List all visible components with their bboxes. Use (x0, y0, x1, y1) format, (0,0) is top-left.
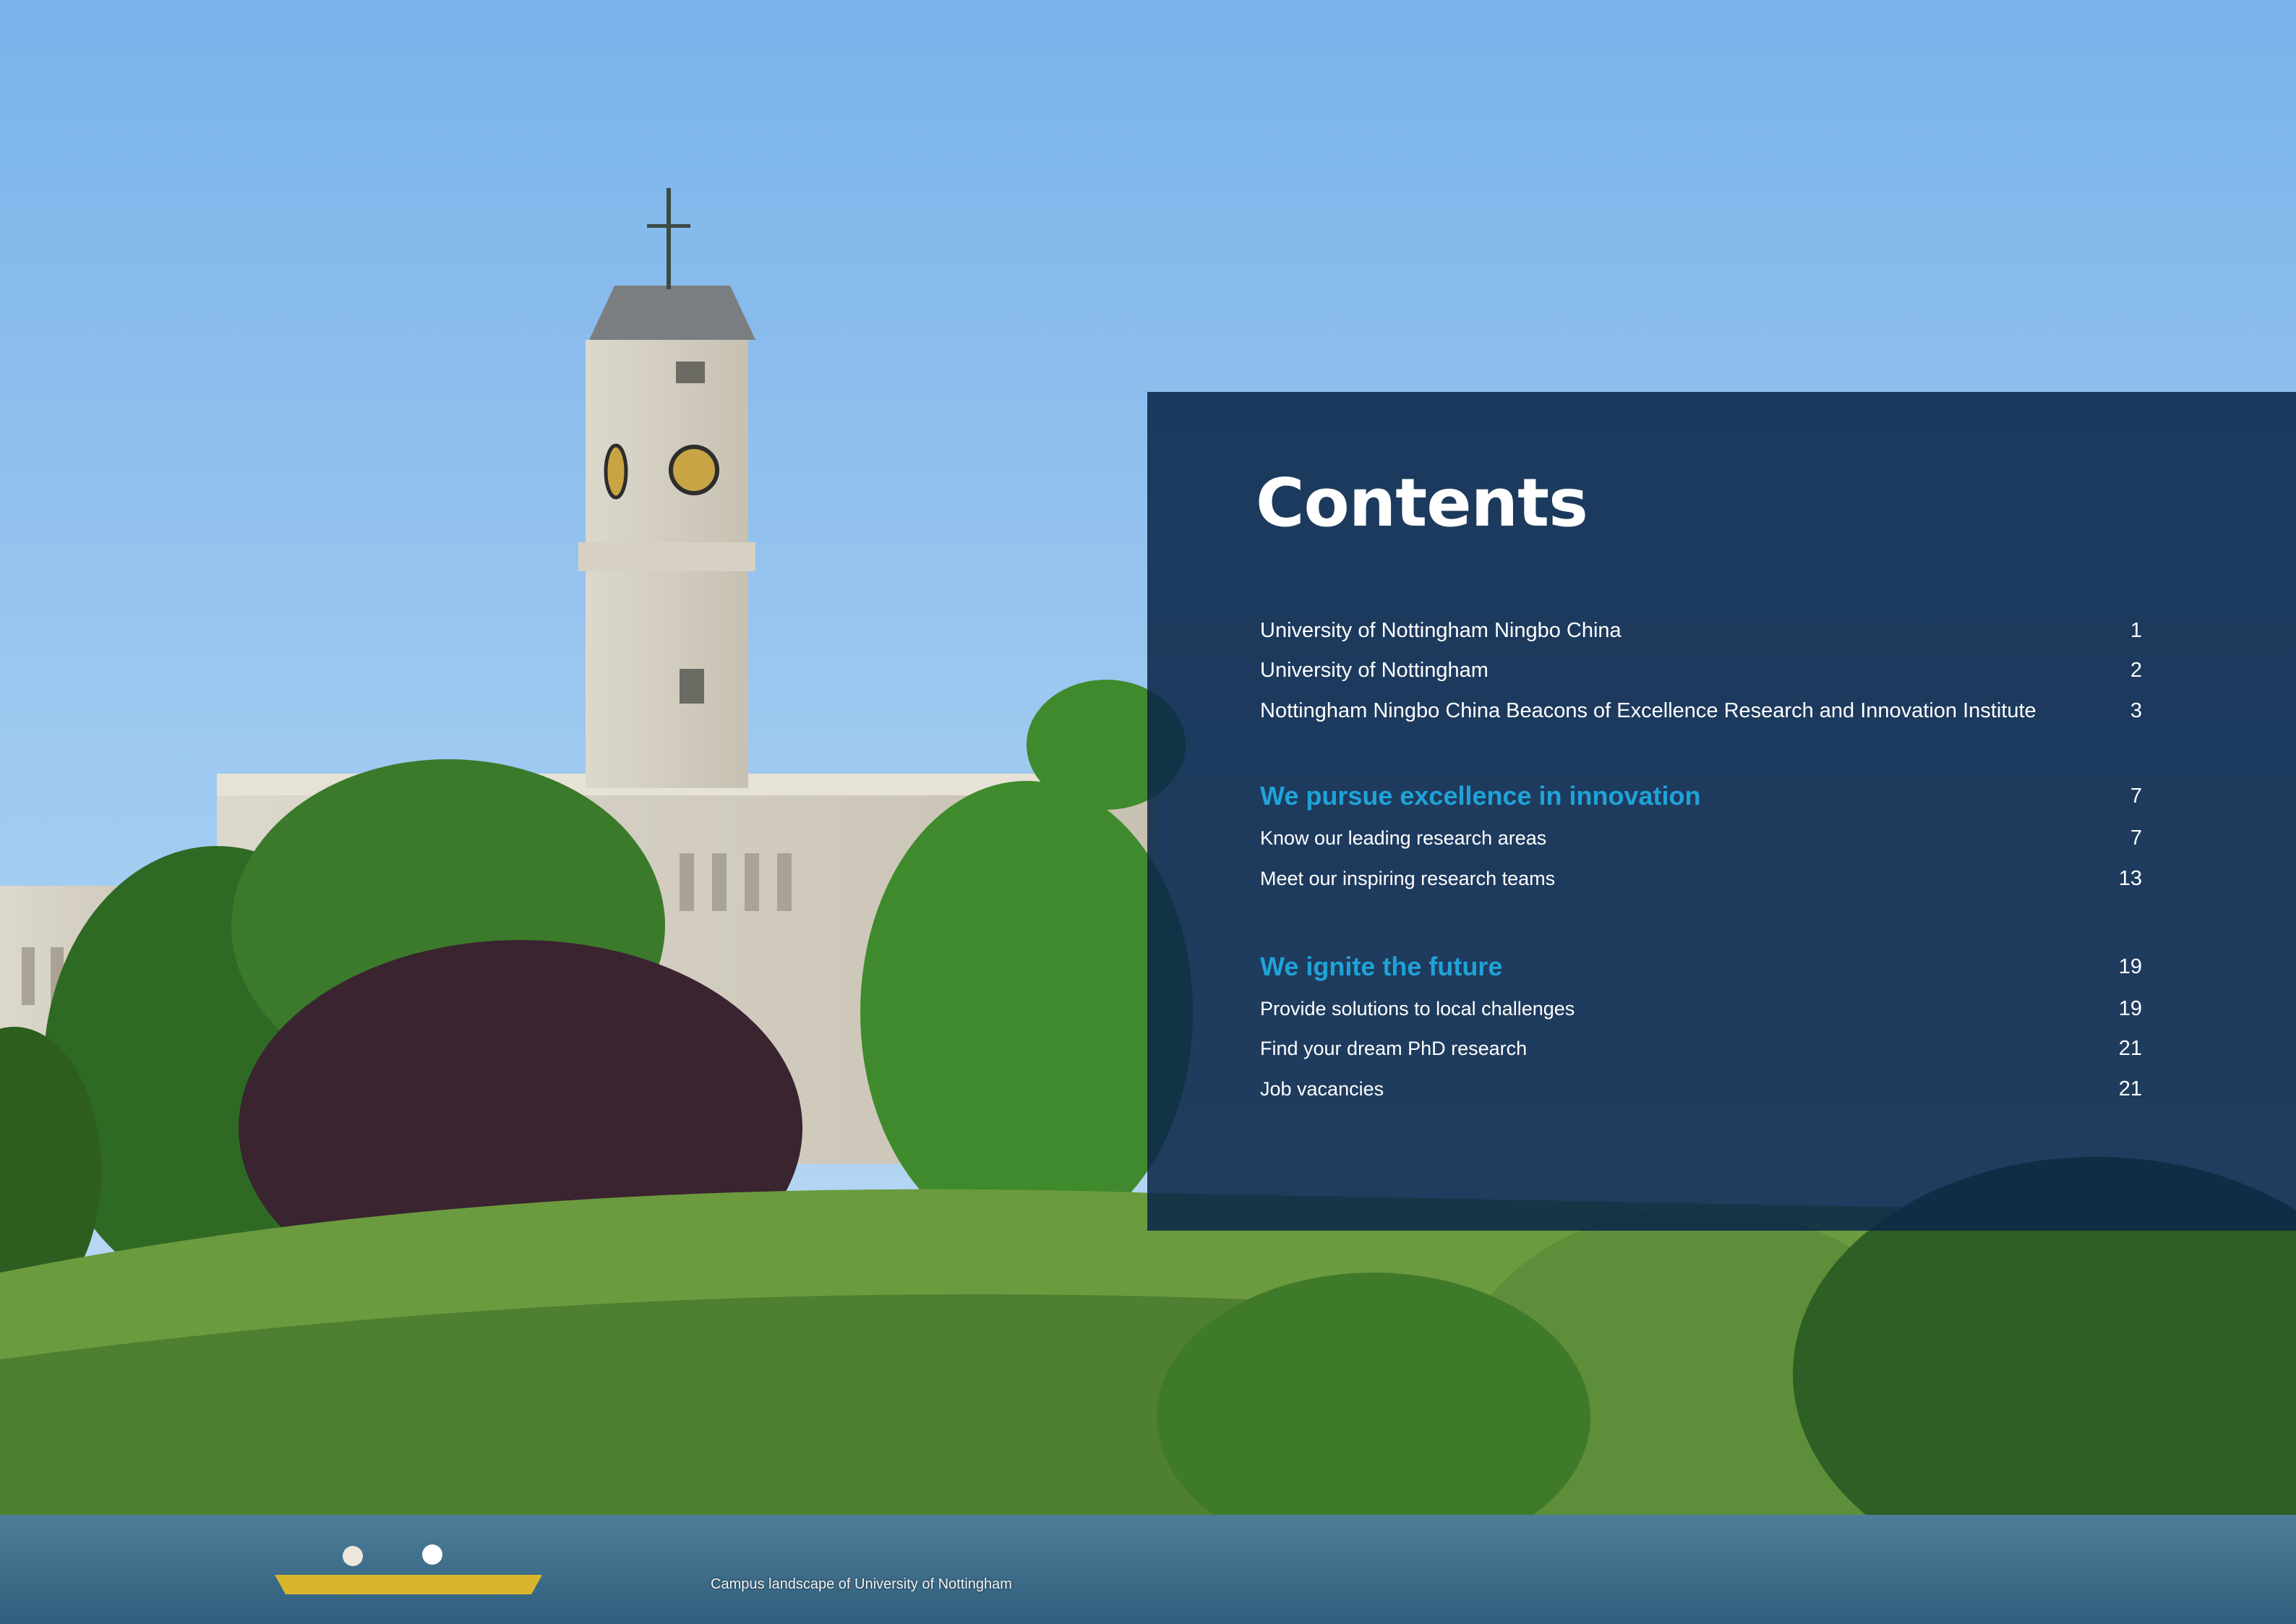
toc-entry-page: 7 (2130, 826, 2142, 850)
section-heading-label: We ignite the future (1260, 952, 1503, 981)
toc-entry-label: Job vacancies (1260, 1077, 1384, 1100)
toc-entry-page: 19 (2118, 996, 2142, 1020)
section-heading-page: 19 (2118, 954, 2142, 978)
toc-section-heading[interactable]: We pursue excellence in innovation 7 (1260, 777, 2142, 816)
contents-panel: Contents University of Nottingham Ningbo… (1147, 392, 2296, 1231)
toc-entry[interactable]: Know our leading research areas 7 (1260, 819, 2142, 858)
toc-entry-label: Know our leading research areas (1260, 826, 1547, 849)
section-heading-page: 7 (2130, 784, 2142, 808)
toc-entry-page: 21 (2118, 1077, 2142, 1101)
toc-entry-label: Find your dream PhD research (1260, 1037, 1528, 1059)
toc-entry-label: Meet our inspiring research teams (1260, 867, 1556, 889)
toc-entry[interactable]: University of Nottingham Ningbo China 1 (1260, 611, 2142, 650)
toc-entry[interactable]: University of Nottingham 2 (1260, 651, 2142, 690)
toc-entry-page: 3 (2130, 698, 2142, 722)
toc-entry[interactable]: Job vacancies 21 (1260, 1069, 2142, 1108)
toc-entry-label: University of Nottingham (1260, 658, 1488, 682)
photo-caption: Campus landscape of University of Nottin… (711, 1576, 1012, 1592)
toc-entry-page: 1 (2130, 618, 2142, 642)
toc-entry[interactable]: Provide solutions to local challenges 19 (1260, 989, 2142, 1028)
toc-entry-label: Provide solutions to local challenges (1260, 997, 1575, 1020)
toc-entry[interactable]: Nottingham Ningbo China Beacons of Excel… (1260, 691, 2142, 730)
contents-title: Contents (1256, 464, 1588, 542)
toc-section-heading[interactable]: We ignite the future 19 (1260, 947, 2142, 986)
toc-entry-label: Nottingham Ningbo China Beacons of Excel… (1260, 698, 2036, 722)
toc-entry[interactable]: Meet our inspiring research teams 13 (1260, 859, 2142, 898)
toc-entry[interactable]: Find your dream PhD research 21 (1260, 1029, 2142, 1068)
toc-entry-label: University of Nottingham Ningbo China (1260, 618, 1622, 642)
section-heading-label: We pursue excellence in innovation (1260, 781, 1701, 811)
toc-entry-page: 21 (2118, 1036, 2142, 1060)
toc-entry-page: 2 (2130, 658, 2142, 682)
toc-entry-page: 13 (2118, 866, 2142, 890)
